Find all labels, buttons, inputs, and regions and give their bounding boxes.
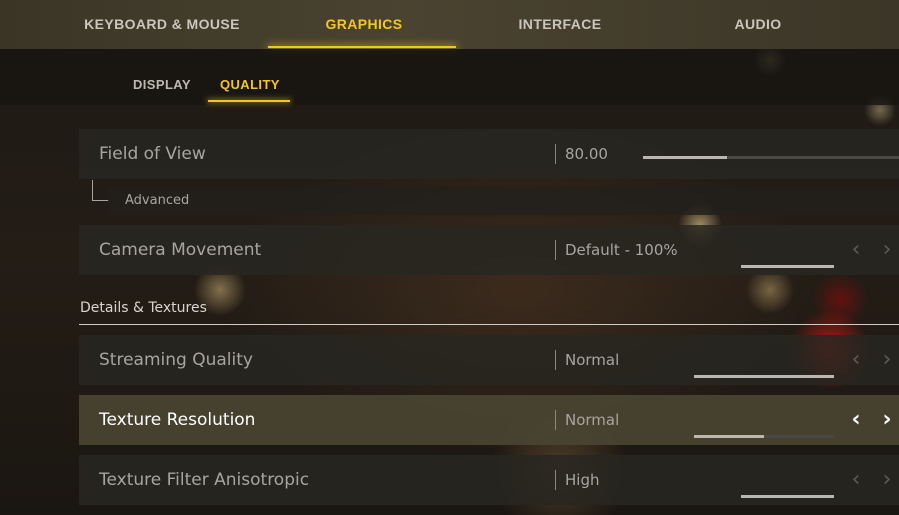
section-title: Details & Textures — [80, 300, 207, 316]
setting-row-texture-filter-anisotropic[interactable]: Texture Filter Anisotropic High ‹ › — [79, 455, 899, 505]
setting-label: Field of View — [99, 144, 206, 164]
setting-row-advanced[interactable]: Advanced — [108, 187, 899, 215]
level-indicator-fill — [694, 375, 834, 378]
subtab-quality[interactable]: QUALITY — [220, 77, 280, 92]
row-divider — [555, 470, 556, 490]
setting-label: Streaming Quality — [99, 350, 253, 370]
chevron-left-icon[interactable]: ‹ — [847, 467, 865, 493]
chevron-right-icon[interactable]: › — [878, 407, 896, 433]
chevron-right-icon[interactable]: › — [878, 467, 896, 493]
chevron-left-icon[interactable]: ‹ — [847, 347, 865, 373]
setting-value: 80.00 — [565, 145, 608, 163]
row-divider — [555, 350, 556, 370]
tab-graphics[interactable]: GRAPHICS — [310, 0, 418, 49]
row-divider — [555, 410, 556, 430]
chevron-left-icon[interactable]: ‹ — [847, 407, 865, 433]
subtab-display[interactable]: DISPLAY — [133, 77, 191, 92]
setting-row-camera-movement[interactable]: Camera Movement Default - 100% ‹ › — [79, 225, 899, 275]
tree-connector — [92, 180, 109, 201]
setting-label: Camera Movement — [99, 240, 262, 260]
row-divider — [555, 144, 556, 164]
level-indicator — [741, 495, 834, 498]
tab-audio[interactable]: AUDIO — [726, 0, 790, 49]
chevron-right-icon[interactable]: › — [878, 237, 896, 263]
tab-keyboard-mouse[interactable]: KEYBOARD & MOUSE — [83, 0, 241, 49]
chevron-left-icon[interactable]: ‹ — [847, 237, 865, 263]
level-indicator-fill — [694, 435, 764, 438]
level-indicator — [694, 375, 834, 378]
chevron-right-icon[interactable]: › — [878, 347, 896, 373]
top-tab-bar: KEYBOARD & MOUSE GRAPHICS INTERFACE AUDI… — [0, 0, 899, 49]
setting-label: Advanced — [125, 193, 190, 208]
setting-row-streaming-quality[interactable]: Streaming Quality Normal ‹ › — [79, 335, 899, 385]
level-indicator-fill — [741, 495, 834, 498]
setting-label: Texture Filter Anisotropic — [99, 470, 310, 490]
active-tab-indicator — [268, 46, 456, 48]
row-divider — [555, 240, 556, 260]
setting-value: Normal — [565, 351, 620, 369]
setting-value: Default - 100% — [565, 241, 678, 259]
active-subtab-indicator — [208, 100, 290, 102]
setting-value: High — [565, 471, 600, 489]
setting-value: Normal — [565, 411, 620, 429]
level-indicator — [694, 435, 834, 438]
fov-slider[interactable] — [643, 156, 899, 159]
setting-label: Texture Resolution — [99, 410, 256, 430]
tab-interface[interactable]: INTERFACE — [510, 0, 610, 49]
setting-row-texture-resolution[interactable]: Texture Resolution Normal ‹ › — [79, 395, 899, 445]
setting-row-field-of-view[interactable]: Field of View 80.00 — [79, 129, 899, 179]
level-indicator — [741, 265, 834, 268]
fov-slider-fill — [643, 156, 728, 159]
section-divider — [79, 324, 899, 325]
level-indicator-fill — [741, 265, 834, 268]
